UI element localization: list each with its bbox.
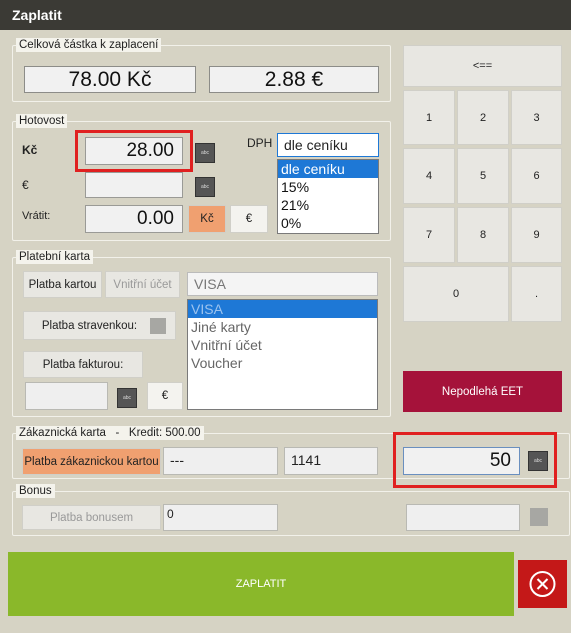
vat-list[interactable]: dle ceníku 15% 21% 0%: [277, 159, 379, 234]
invoice-input[interactable]: [25, 382, 108, 410]
bonus-value: 0: [163, 504, 278, 531]
vat-select[interactable]: dle ceníku: [277, 133, 379, 157]
numpad-key-7[interactable]: 7: [403, 207, 455, 263]
numpad-key-1[interactable]: 1: [403, 90, 455, 145]
meal-voucher-checkbox[interactable]: [150, 318, 166, 334]
meal-voucher-label: Platba stravenkou:: [41, 319, 138, 332]
bonus-checkbox[interactable]: [530, 508, 548, 526]
total-eur: 2.88 €: [209, 66, 379, 93]
change-value: 0.00: [85, 205, 183, 233]
close-button[interactable]: [518, 560, 567, 608]
numpad-key-2[interactable]: 2: [457, 90, 509, 145]
invoice-eur-button[interactable]: €: [147, 382, 183, 410]
bonus-input[interactable]: [406, 504, 520, 531]
cash-czk-label: Kč: [22, 143, 38, 157]
total-title: Celková částka k zaplacení: [16, 38, 162, 52]
card-type-option[interactable]: VISA: [188, 300, 377, 318]
cash-title: Hotovost: [16, 114, 68, 128]
keyboard-icon[interactable]: abc: [195, 143, 215, 163]
card-title: Platební karta: [16, 250, 93, 264]
bonus-pay-button[interactable]: Platba bonusem: [22, 505, 161, 530]
vat-label: DPH: [247, 136, 273, 150]
bonus-title: Bonus: [16, 484, 55, 498]
card-type-option[interactable]: Voucher: [188, 354, 377, 372]
numpad-key-0[interactable]: 0: [403, 266, 509, 322]
change-czk-button[interactable]: Kč: [188, 205, 226, 233]
vat-option[interactable]: 0%: [278, 214, 378, 232]
cash-eur-label: €: [22, 178, 29, 192]
customer-card-number: 1141: [284, 447, 378, 475]
change-label: Vrátit:: [22, 210, 51, 222]
vat-option[interactable]: dle ceníku: [278, 160, 378, 178]
keyboard-icon[interactable]: abc: [195, 177, 215, 197]
keyboard-icon[interactable]: abc: [528, 451, 548, 471]
vat-option[interactable]: 21%: [278, 196, 378, 214]
numpad-key-6[interactable]: 6: [511, 148, 562, 204]
card-type-option[interactable]: Vnitřní účet: [188, 336, 377, 354]
backspace-key[interactable]: <==: [403, 45, 562, 87]
card-type-select[interactable]: VISA: [187, 272, 378, 296]
customer-amount-input[interactable]: 50: [403, 447, 520, 475]
pay-button[interactable]: ZAPLATIT: [8, 552, 514, 616]
customer-card-pay-button[interactable]: Platba zákaznickou kartou: [22, 448, 161, 475]
window-title: Zaplatit: [12, 7, 62, 23]
vat-option[interactable]: 15%: [278, 178, 378, 196]
numpad-key-3[interactable]: 3: [511, 90, 562, 145]
numpad-key-9[interactable]: 9: [511, 207, 562, 263]
numpad-key-8[interactable]: 8: [457, 207, 509, 263]
title-bar: Zaplatit: [0, 0, 571, 30]
pay-card-button[interactable]: Platba kartou: [23, 271, 102, 298]
internal-account-button[interactable]: Vnitřní účet: [105, 271, 180, 298]
customer-card-field: ---: [163, 447, 278, 475]
close-icon: [529, 571, 556, 597]
eet-button[interactable]: Nepodlehá EET: [403, 371, 562, 412]
cash-czk-input[interactable]: 28.00: [85, 137, 183, 165]
card-type-option[interactable]: Jiné karty: [188, 318, 377, 336]
numpad-key-5[interactable]: 5: [457, 148, 509, 204]
keyboard-icon[interactable]: abc: [117, 388, 137, 408]
cash-eur-input[interactable]: [85, 172, 183, 198]
customer-title: Zákaznická karta - Kredit: 500.00: [16, 426, 204, 440]
numpad-key-dot[interactable]: .: [511, 266, 562, 322]
total-czk: 78.00 Kč: [24, 66, 196, 93]
numpad-key-4[interactable]: 4: [403, 148, 455, 204]
card-type-list[interactable]: VISA Jiné karty Vnitřní účet Voucher: [187, 299, 378, 410]
change-eur-button[interactable]: €: [230, 205, 268, 233]
invoice-button[interactable]: Platba fakturou:: [23, 351, 143, 378]
